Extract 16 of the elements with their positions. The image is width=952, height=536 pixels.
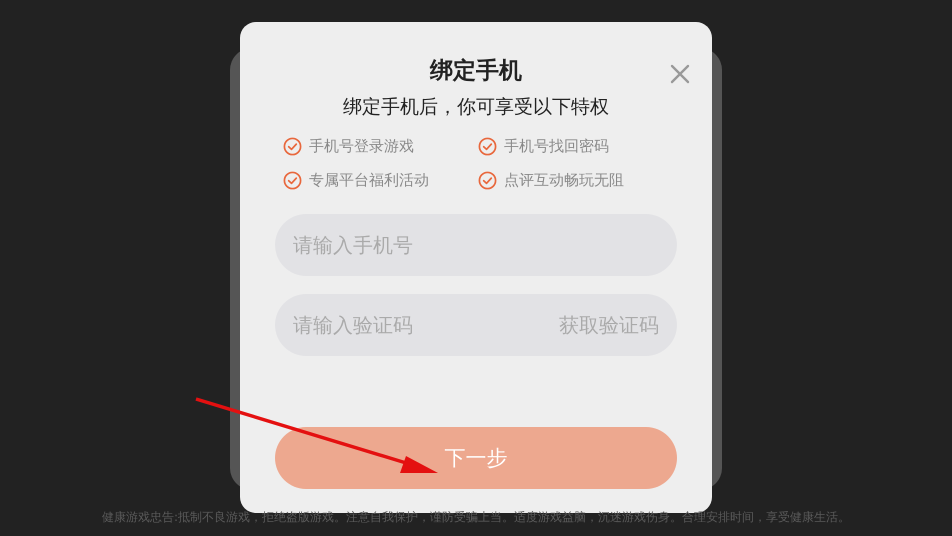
close-icon[interactable]	[670, 64, 690, 84]
benefit-label: 手机号登录游戏	[309, 136, 414, 157]
check-circle-icon	[478, 136, 497, 156]
check-circle-icon	[283, 136, 302, 156]
benefit-label: 点评互动畅玩无阻	[504, 170, 624, 191]
code-input-field[interactable]: 请输入验证码 获取验证码	[275, 294, 677, 356]
check-circle-icon	[283, 170, 302, 190]
check-circle-icon	[478, 170, 497, 190]
dialog-subtitle: 绑定手机后，你可享受以下特权	[343, 95, 609, 120]
next-button[interactable]: 下一步	[275, 427, 677, 489]
get-code-link[interactable]: 获取验证码	[559, 312, 659, 338]
benefit-label: 专属平台福利活动	[309, 170, 429, 191]
benefit-label: 手机号找回密码	[504, 136, 609, 157]
phone-input-field[interactable]: 请输入手机号	[275, 214, 677, 276]
dialog-title: 绑定手机	[430, 57, 522, 86]
footer-notice: 健康游戏忠告:抵制不良游戏，拒绝盗版游戏。注意自我保护，谨防受骗上当。适度游戏益脑，沉迷游戏伤身。合理安排时间，享受健康生活。	[100, 509, 852, 526]
